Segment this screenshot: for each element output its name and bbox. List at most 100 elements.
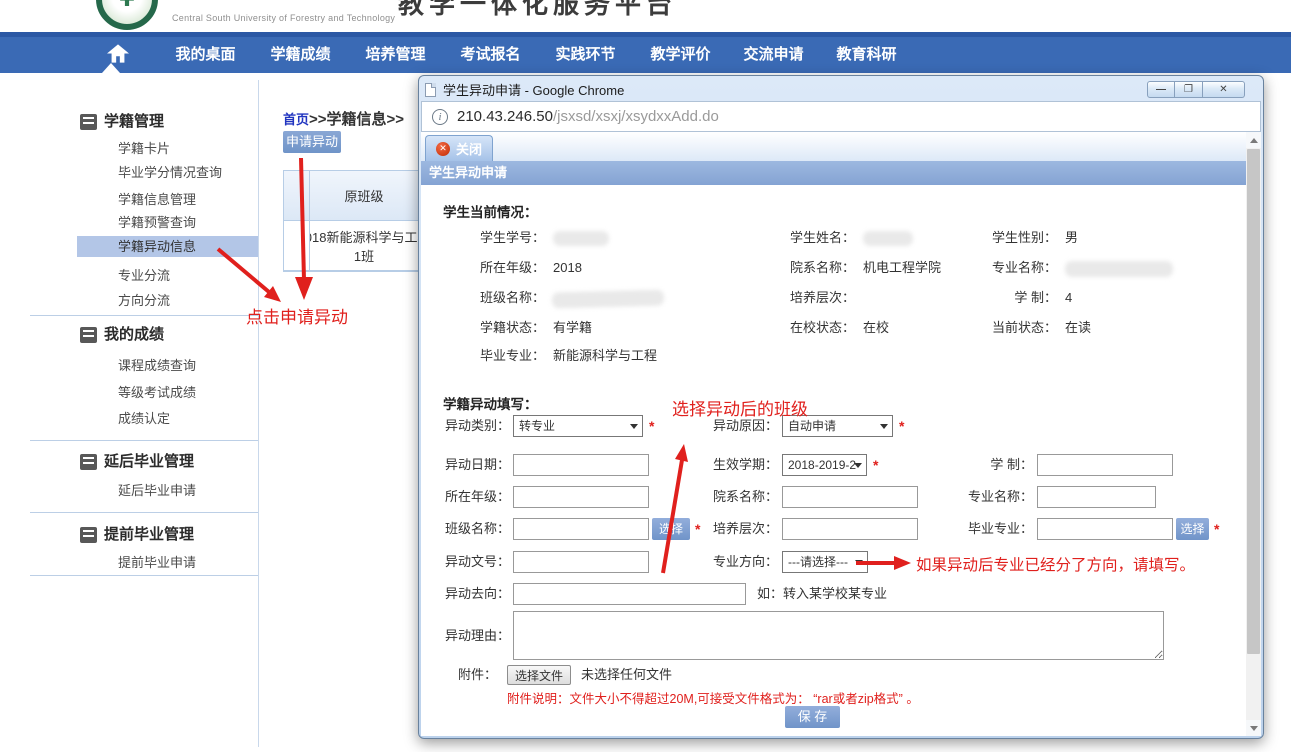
dept-input[interactable] (782, 486, 918, 508)
nav-item-exchange[interactable]: 交流申请 (726, 36, 821, 73)
years-label: 学 制： (957, 287, 1057, 309)
chevron-down-icon (855, 560, 863, 565)
reason-text-label: 异动理由： (421, 625, 510, 647)
sidebar-item-credit-query[interactable]: 毕业学分情况查询 (0, 162, 258, 183)
popup-form-content: 学生当前情况： 学生学号： 学生姓名： 学生性别： 男 所在年级： 2018 院… (421, 185, 1246, 736)
level-label: 培养层次： (755, 287, 855, 309)
main-nav: 我的桌面 学籍成绩 培养管理 考试报名 实践环节 教学评价 交流申请 教育科研 (0, 32, 1291, 73)
dept-value: 机电工程学院 (863, 257, 941, 279)
class-select-button[interactable]: 选择 (652, 518, 690, 540)
attach-label: 附件： (421, 664, 497, 686)
major-redacted (1065, 261, 1173, 277)
required-mark: * (873, 454, 878, 476)
nav-home[interactable] (88, 41, 148, 65)
nav-item-practice[interactable]: 实践环节 (538, 36, 633, 73)
student-no-label: 学生学号： (445, 227, 545, 249)
dest-input[interactable] (513, 583, 746, 605)
dest-hint: 如：转入某学校某专业 (757, 583, 887, 605)
info-icon[interactable]: i (432, 109, 448, 125)
popup-toolbar: ✕ 关闭 (421, 132, 1246, 161)
scrollbar-thumb[interactable] (1247, 149, 1260, 654)
notes-icon (80, 527, 97, 543)
notes-icon (80, 327, 97, 343)
sidebar-item-xueji-card[interactable]: 学籍卡片 (0, 138, 258, 159)
nav-item-evaluate[interactable]: 教学评价 (633, 36, 728, 73)
sidebar-item-warn-query[interactable]: 学籍预警查询 (0, 212, 258, 233)
close-window-icon[interactable]: ✕ (1203, 81, 1245, 98)
class-input[interactable] (513, 518, 649, 540)
yidong-date-input[interactable] (513, 454, 649, 476)
reason-textarea[interactable] (513, 611, 1164, 660)
minimize-icon[interactable]: — (1147, 81, 1175, 98)
sidebar-item-early-apply[interactable]: 提前毕业申请 (0, 552, 258, 573)
scroll-up-icon[interactable] (1246, 132, 1261, 148)
nav-item-records[interactable]: 学籍成绩 (253, 36, 348, 73)
popup-page-area: ✕ 关闭 学生异动申请 学生当前情况： 学生学号： 学生姓名： 学生性别： 男 … (421, 132, 1261, 736)
university-english-name: Central South University of Forestry and… (172, 13, 395, 23)
sidebar-section-delay-grad: 延后毕业管理 (0, 452, 258, 472)
grad-major-input[interactable] (1037, 518, 1173, 540)
sidebar-section-divider (30, 512, 258, 513)
direction-select[interactable]: ---请选择--- (782, 551, 868, 573)
sidebar-section-xueji: 学籍管理 (0, 112, 258, 132)
sidebar-item-level-exam[interactable]: 等级考试成绩 (0, 382, 258, 403)
nav-item-training[interactable]: 培养管理 (348, 36, 443, 73)
years-input[interactable] (1037, 454, 1173, 476)
sidebar-item-direction-split[interactable]: 方向分流 (0, 290, 258, 311)
nav-item-exam[interactable]: 考试报名 (443, 36, 538, 73)
gender-value: 男 (1065, 227, 1078, 249)
yidong-type-label: 异动类别： (421, 415, 510, 437)
popup-scrollbar[interactable] (1246, 132, 1261, 736)
major-input[interactable] (1037, 486, 1156, 508)
grade-form-label: 所在年级： (421, 486, 510, 508)
student-name-label: 学生姓名： (755, 227, 855, 249)
close-tab-label: 关闭 (456, 139, 482, 158)
sidebar-item-course-score[interactable]: 课程成绩查询 (0, 355, 258, 376)
years-form-label: 学 制： (944, 454, 1033, 476)
major-form-label: 专业名称： (944, 486, 1033, 508)
choose-file-button[interactable]: 选择文件 (507, 665, 571, 685)
no-file-text: 未选择任何文件 (581, 665, 672, 685)
grad-major-value: 新能源科学与工程 (553, 345, 657, 367)
close-tab-button[interactable]: ✕ 关闭 (425, 135, 493, 161)
yidong-type-select[interactable]: 转专业 (513, 415, 643, 437)
gender-label: 学生性别： (957, 227, 1057, 249)
sidebar-item-score-verify[interactable]: 成绩认定 (0, 408, 258, 429)
scroll-down-icon[interactable] (1246, 720, 1261, 736)
grade-input[interactable] (513, 486, 649, 508)
maximize-icon[interactable]: ❐ (1175, 81, 1203, 98)
doc-no-input[interactable] (513, 551, 649, 573)
platform-title: 教学一体化服务平台 (398, 0, 677, 21)
nav-item-research[interactable]: 教育科研 (819, 36, 914, 73)
yidong-date-label: 异动日期： (421, 454, 510, 476)
nav-item-desktop[interactable]: 我的桌面 (158, 36, 253, 73)
dest-label: 异动去向： (421, 583, 510, 605)
table-header-class-cell: 原班级 (310, 171, 418, 220)
table-row: 2018新能源科学与工程 1班 (284, 221, 418, 271)
breadcrumb-home-link[interactable]: 首页 (283, 112, 309, 127)
save-button[interactable]: 保 存 (785, 706, 840, 728)
doc-no-label: 异动文号： (421, 551, 510, 573)
sidebar-item-delay-apply[interactable]: 延后毕业申请 (0, 480, 258, 501)
popup-page-header: 学生异动申请 (421, 161, 1246, 185)
url-bar[interactable]: i 210.43.246.50/jsxsd/xsxj/xsydxxAdd.do (421, 101, 1261, 132)
popup-titlebar[interactable]: 学生异动申请 - Google Chrome — ❐ ✕ (421, 78, 1261, 101)
grad-major-select-button[interactable]: 选择 (1176, 518, 1209, 540)
sidebar-item-info-manage[interactable]: 学籍信息管理 (0, 189, 258, 210)
apply-yidong-button[interactable]: 申请异动 (283, 131, 341, 153)
campus-status-value: 在校 (863, 317, 889, 339)
yidong-reason-select[interactable]: 自动申请 (782, 415, 893, 437)
sidebar-section-divider (30, 575, 258, 576)
reg-status-value: 有学籍 (553, 317, 592, 339)
term-select[interactable]: 2018-2019-2 (782, 454, 867, 476)
sidebar-item-major-split[interactable]: 专业分流 (0, 265, 258, 286)
sidebar-section-divider (30, 440, 258, 441)
url-path: /jsxsd/xsxj/xsydxxAdd.do (553, 108, 719, 125)
sidebar: 学籍管理 学籍卡片 毕业学分情况查询 学籍信息管理 学籍预警查询 学籍异动信息 … (0, 95, 258, 655)
sidebar-item-yidong-info[interactable]: 学籍异动信息 (77, 236, 258, 257)
home-icon (107, 44, 129, 63)
breadcrumb-rest: >>学籍信息>> (309, 111, 404, 128)
close-circle-icon: ✕ (436, 142, 450, 156)
level-input[interactable] (782, 518, 918, 540)
popup-window: 学生异动申请 - Google Chrome — ❐ ✕ i 210.43.24… (418, 75, 1264, 739)
